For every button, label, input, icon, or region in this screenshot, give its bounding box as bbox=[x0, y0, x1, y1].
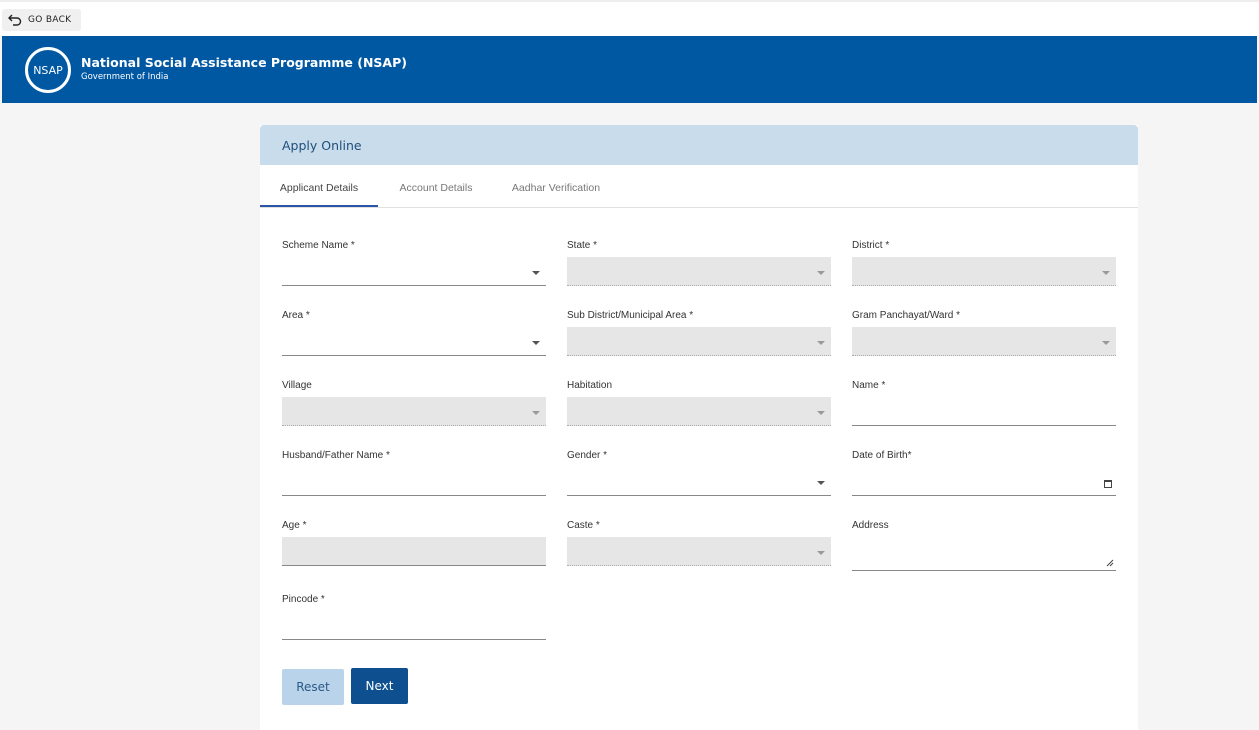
husband-father-name-label: Husband/Father Name * bbox=[282, 450, 390, 461]
dropdown-arrow-icon bbox=[532, 271, 540, 275]
state-select[interactable] bbox=[567, 257, 831, 286]
address-textarea[interactable] bbox=[852, 537, 1116, 571]
area-select[interactable] bbox=[282, 327, 546, 356]
apply-online-card: Apply Online Applicant Details Account D… bbox=[260, 125, 1138, 730]
gram-panchayat-label: Gram Panchayat/Ward * bbox=[852, 310, 961, 321]
tab-aadhar-verification[interactable]: Aadhar Verification bbox=[494, 165, 618, 207]
tab-applicant-details[interactable]: Applicant Details bbox=[260, 165, 378, 207]
resize-handle-icon[interactable] bbox=[1106, 559, 1114, 567]
dropdown-arrow-icon bbox=[1102, 341, 1110, 345]
gender-select[interactable] bbox=[567, 467, 831, 496]
card-title: Apply Online bbox=[282, 138, 362, 153]
address-label: Address bbox=[852, 520, 889, 531]
village-label: Village bbox=[282, 380, 312, 391]
tab-account-details[interactable]: Account Details bbox=[378, 165, 494, 207]
village-select[interactable] bbox=[282, 397, 546, 426]
dropdown-arrow-icon bbox=[532, 341, 540, 345]
sub-district-select[interactable] bbox=[567, 327, 831, 356]
dropdown-arrow-icon bbox=[817, 341, 825, 345]
habitation-select[interactable] bbox=[567, 397, 831, 426]
district-select[interactable] bbox=[852, 257, 1116, 286]
card-header: Apply Online bbox=[260, 125, 1138, 165]
calendar-icon[interactable] bbox=[1104, 480, 1112, 488]
area-label: Area * bbox=[282, 310, 310, 321]
dropdown-arrow-icon bbox=[817, 271, 825, 275]
go-back-label: GO BACK bbox=[28, 15, 72, 25]
site-subtitle: Government of India bbox=[81, 72, 169, 82]
dropdown-arrow-icon bbox=[817, 411, 825, 415]
scheme-name-select[interactable] bbox=[282, 257, 546, 286]
reset-button[interactable]: Reset bbox=[282, 669, 344, 705]
age-label: Age * bbox=[282, 520, 307, 531]
dropdown-arrow-icon bbox=[1102, 271, 1110, 275]
go-back-button[interactable]: GO BACK bbox=[2, 9, 82, 31]
dropdown-arrow-icon bbox=[532, 411, 540, 415]
dropdown-arrow-icon bbox=[817, 551, 825, 555]
gender-label: Gender * bbox=[567, 450, 608, 461]
back-arrow-icon bbox=[8, 14, 22, 26]
caste-label: Caste * bbox=[567, 520, 600, 531]
dob-label: Date of Birth* bbox=[852, 450, 912, 461]
gram-panchayat-select[interactable] bbox=[852, 327, 1116, 356]
pincode-label: Pincode * bbox=[282, 594, 325, 605]
caste-select[interactable] bbox=[567, 537, 831, 566]
age-input[interactable] bbox=[282, 537, 546, 566]
habitation-label: Habitation bbox=[567, 380, 613, 391]
dob-input[interactable] bbox=[852, 467, 1116, 496]
pincode-input[interactable] bbox=[282, 611, 546, 640]
top-bar: GO BACK bbox=[0, 0, 1259, 36]
sub-district-label: Sub District/Municipal Area * bbox=[567, 310, 694, 321]
name-input[interactable] bbox=[852, 397, 1116, 426]
next-button[interactable]: Next bbox=[351, 668, 408, 704]
husband-father-name-input[interactable] bbox=[282, 467, 546, 496]
dropdown-arrow-icon bbox=[817, 481, 825, 485]
name-label: Name * bbox=[852, 380, 886, 391]
scheme-name-label: Scheme Name * bbox=[282, 240, 355, 251]
nsap-logo: NSAP bbox=[25, 47, 71, 93]
district-label: District * bbox=[852, 240, 890, 251]
state-label: State * bbox=[567, 240, 598, 251]
site-title: National Social Assistance Programme (NS… bbox=[81, 55, 407, 70]
site-header: NSAP National Social Assistance Programm… bbox=[2, 36, 1257, 103]
tab-bar: Applicant Details Account Details Aadhar… bbox=[260, 165, 1138, 208]
